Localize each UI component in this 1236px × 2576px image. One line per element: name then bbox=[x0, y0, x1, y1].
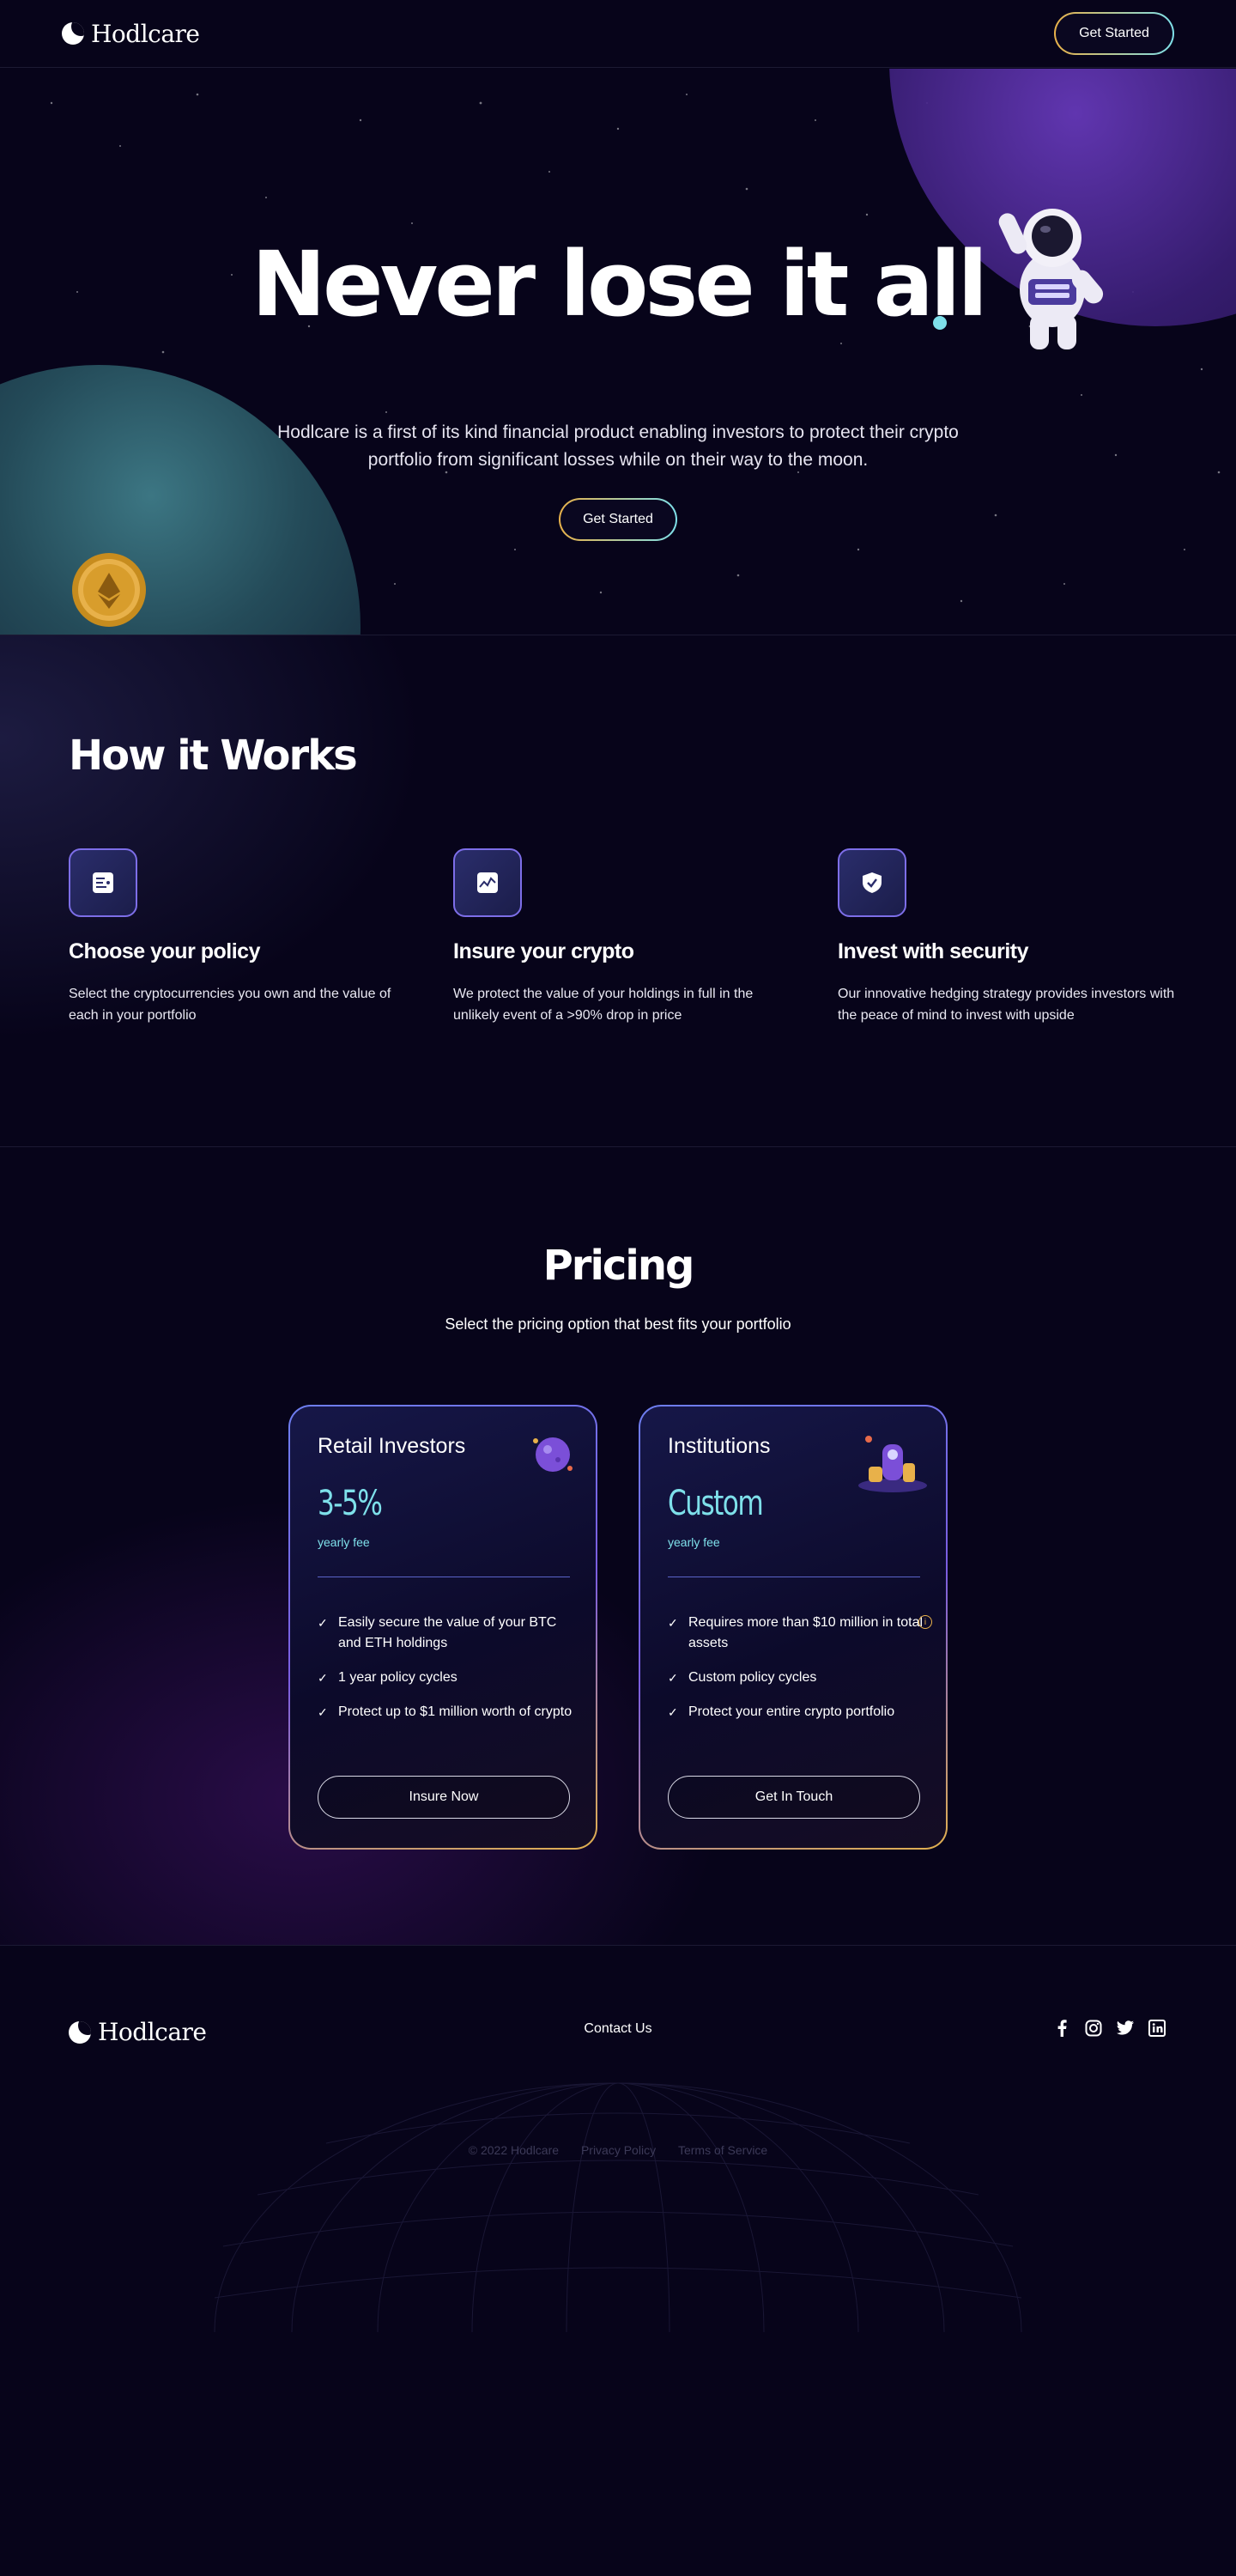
instagram-icon[interactable] bbox=[1085, 2020, 1102, 2037]
list-item: ✓ Easily secure the value of your BTC and… bbox=[318, 1613, 575, 1654]
info-icon[interactable]: i bbox=[918, 1615, 932, 1629]
hero-get-started-button[interactable]: Get Started bbox=[559, 498, 677, 541]
pricing-section: Pricing Select the pricing option that b… bbox=[0, 1147, 1236, 1946]
page: Hodlcare Get Started Never lose it all H… bbox=[0, 0, 1236, 2576]
plan-period: yearly fee bbox=[668, 1535, 720, 1549]
feature-description: Our innovative hedging strategy provides… bbox=[838, 987, 1175, 1023]
feature-card: Choose your policy Select the cryptocurr… bbox=[69, 848, 412, 1026]
chart-icon bbox=[453, 848, 522, 917]
insure-now-button[interactable]: Insure Now bbox=[318, 1776, 570, 1819]
check-icon: ✓ bbox=[668, 1616, 678, 1630]
privacy-policy-link[interactable]: Privacy Policy bbox=[581, 2143, 656, 2157]
linkedin-icon[interactable] bbox=[1148, 2020, 1166, 2037]
plan-name: Institutions bbox=[668, 1434, 771, 1458]
section-title: How it Works bbox=[69, 732, 358, 780]
plan-name: Retail Investors bbox=[318, 1434, 466, 1458]
check-icon: ✓ bbox=[318, 1616, 328, 1630]
pricing-card-institutions: Institutions Custom yearly fee ✓ Requires… bbox=[639, 1405, 948, 1850]
terms-of-service-link[interactable]: Terms of Service bbox=[678, 2143, 767, 2157]
brand-name: Hodlcare bbox=[91, 19, 200, 48]
feature-title: Choose your policy bbox=[69, 939, 260, 963]
feature-text: Protect up to $1 million worth of crypto bbox=[338, 1704, 573, 1719]
globe-grid-background bbox=[214, 2082, 1022, 2332]
feature-text: Requires more than $10 million in total … bbox=[688, 1615, 924, 1650]
moon-logo-icon bbox=[62, 22, 84, 45]
list-item: ✓ Custom policy cycles bbox=[668, 1668, 925, 1688]
policy-icon bbox=[69, 848, 137, 917]
plan-price: Custom bbox=[668, 1484, 764, 1523]
social-links bbox=[1053, 2020, 1166, 2037]
check-icon: ✓ bbox=[318, 1671, 328, 1685]
planet-illustration bbox=[533, 1437, 573, 1472]
accent-dot bbox=[933, 316, 947, 330]
feature-card: Invest with security Our innovative hedg… bbox=[838, 848, 1181, 1026]
hero-section: Never lose it all Hodlcare is a first of… bbox=[0, 69, 1236, 635]
plan-period: yearly fee bbox=[318, 1535, 370, 1549]
list-item: ✓ Requires more than $10 million in total… bbox=[668, 1613, 925, 1654]
plan-features: ✓ Easily secure the value of your BTC and… bbox=[318, 1613, 575, 1736]
list-item: ✓ Protect your entire crypto portfolio bbox=[668, 1702, 925, 1722]
check-icon: ✓ bbox=[668, 1671, 678, 1685]
hero-subtitle: Hodlcare is a first of its kind financia… bbox=[277, 422, 959, 470]
plan-price: 3-5% bbox=[318, 1484, 383, 1523]
feature-card: Insure your crypto We protect the value … bbox=[453, 848, 797, 1026]
shield-icon bbox=[838, 848, 906, 917]
hero-title: Never lose it all bbox=[251, 232, 988, 337]
feature-text: 1 year policy cycles bbox=[338, 1670, 457, 1685]
facebook-icon[interactable] bbox=[1053, 2020, 1070, 2037]
contact-us-link[interactable]: Contact Us bbox=[0, 2021, 1236, 2037]
footer-legal: © 2022 Hodlcare Privacy Policy Terms of … bbox=[0, 2143, 1236, 2157]
how-it-works-section: How it Works Choose your policy Select t… bbox=[0, 635, 1236, 1147]
ethereum-coin-icon bbox=[72, 553, 146, 627]
section-subtitle: Select the pricing option that best fits… bbox=[445, 1315, 791, 1333]
feature-text: Easily secure the value of your BTC and … bbox=[338, 1615, 557, 1650]
site-header: Hodlcare Get Started bbox=[0, 0, 1236, 68]
feature-title: Invest with security bbox=[838, 939, 1029, 963]
list-item: ✓ Protect up to $1 million worth of crypt… bbox=[318, 1702, 575, 1722]
copyright-text: © 2022 Hodlcare bbox=[468, 2143, 560, 2157]
feature-title: Insure your crypto bbox=[453, 939, 634, 963]
check-icon: ✓ bbox=[318, 1705, 328, 1719]
plan-features: ✓ Requires more than $10 million in total… bbox=[668, 1613, 925, 1736]
check-icon: ✓ bbox=[668, 1705, 678, 1719]
section-title: Pricing bbox=[542, 1242, 695, 1290]
rocket-illustration bbox=[858, 1436, 927, 1492]
get-in-touch-button[interactable]: Get In Touch bbox=[668, 1776, 920, 1819]
feature-description: Select the cryptocurrencies you own and … bbox=[69, 987, 391, 1023]
twitter-icon[interactable] bbox=[1117, 2020, 1134, 2037]
feature-description: We protect the value of your holdings in… bbox=[453, 987, 754, 1023]
pricing-card-retail: Retail Investors 3-5% yearly fee ✓ Easily… bbox=[288, 1405, 597, 1850]
feature-text: Custom policy cycles bbox=[688, 1670, 817, 1685]
header-get-started-button[interactable]: Get Started bbox=[1054, 12, 1174, 55]
brand-logo-link[interactable]: Hodlcare bbox=[62, 19, 200, 48]
feature-text: Protect your entire crypto portfolio bbox=[688, 1704, 895, 1719]
list-item: ✓ 1 year policy cycles bbox=[318, 1668, 575, 1688]
site-footer: Hodlcare Contact Us © 2022 Hodlcare Priv… bbox=[0, 1946, 1236, 2576]
